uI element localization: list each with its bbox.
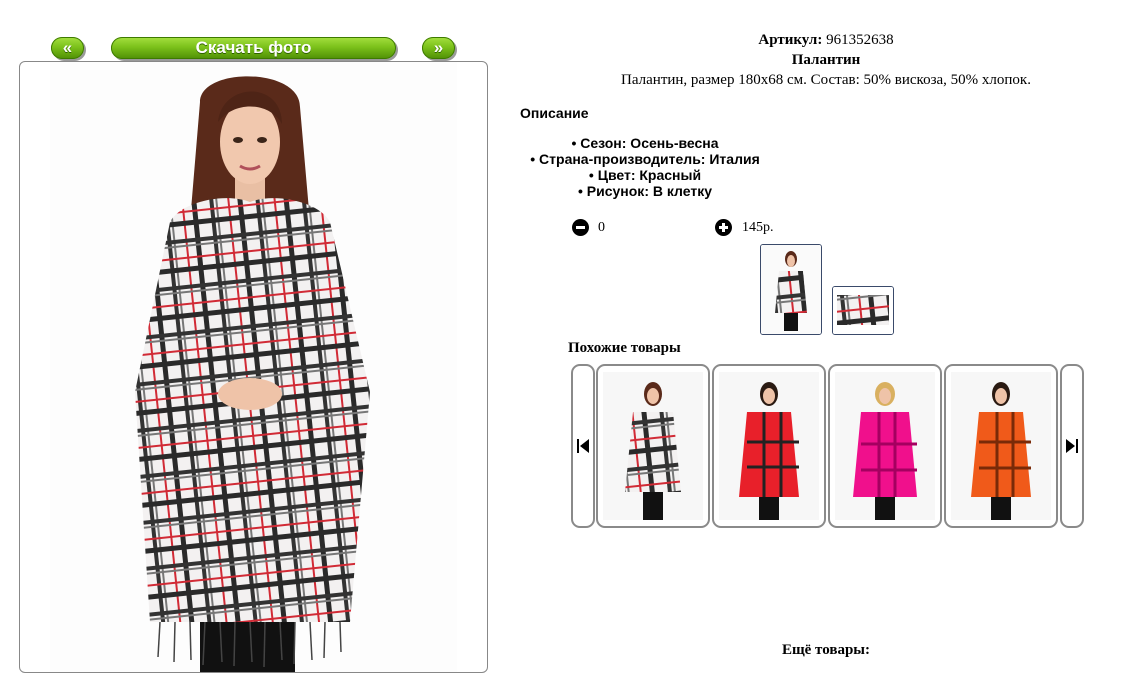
plus-icon[interactable]	[715, 219, 732, 236]
quantity-value: 0	[598, 220, 605, 235]
similar-item[interactable]	[712, 364, 826, 528]
similar-item-image	[835, 372, 935, 520]
similar-item[interactable]	[944, 364, 1058, 528]
similar-item-image	[719, 372, 819, 520]
similar-item[interactable]	[596, 364, 710, 528]
attribute-item: Страна-производитель: Италия	[520, 151, 770, 167]
product-description: Палантин, размер 180х68 см. Состав: 50% …	[621, 72, 1031, 88]
download-photo-button[interactable]: Скачать фото	[111, 37, 396, 59]
product-title: Палантин	[791, 52, 861, 68]
attributes-list: Сезон: Осень-весна Страна-производитель:…	[520, 135, 770, 199]
product-photo[interactable]	[50, 62, 457, 672]
carousel-prev-button[interactable]	[571, 364, 595, 528]
thumbnail-scarf[interactable]	[832, 286, 894, 335]
skip-back-icon	[577, 439, 589, 453]
article-label: Артикул:	[758, 32, 823, 48]
article-value: 961352638	[826, 32, 894, 48]
attribute-item: Цвет: Красный	[520, 167, 770, 183]
description-heading: Описание	[520, 105, 589, 121]
skip-forward-icon	[1066, 439, 1078, 453]
thumbnail-scarf-image	[833, 287, 893, 334]
thumbnail-model-image	[761, 245, 821, 334]
article-line: Артикул: 961352638	[520, 32, 1126, 49]
similar-item-image	[951, 372, 1051, 520]
attribute-item: Рисунок: В клетку	[520, 183, 770, 199]
carousel-next-button[interactable]	[1060, 364, 1084, 528]
attribute-item: Сезон: Осень-весна	[520, 135, 770, 151]
next-photo-button[interactable]: »	[422, 37, 455, 59]
thumbnail-model[interactable]	[760, 244, 822, 335]
minus-icon[interactable]	[572, 219, 589, 236]
similar-item[interactable]	[828, 364, 942, 528]
price-value: 145р.	[742, 220, 774, 235]
more-products-heading: Ещё товары:	[781, 642, 871, 658]
similar-heading: Похожие товары	[568, 340, 681, 356]
similar-item-image	[603, 372, 703, 520]
main-photo-frame	[19, 61, 488, 673]
prev-photo-button[interactable]: «	[51, 37, 84, 59]
